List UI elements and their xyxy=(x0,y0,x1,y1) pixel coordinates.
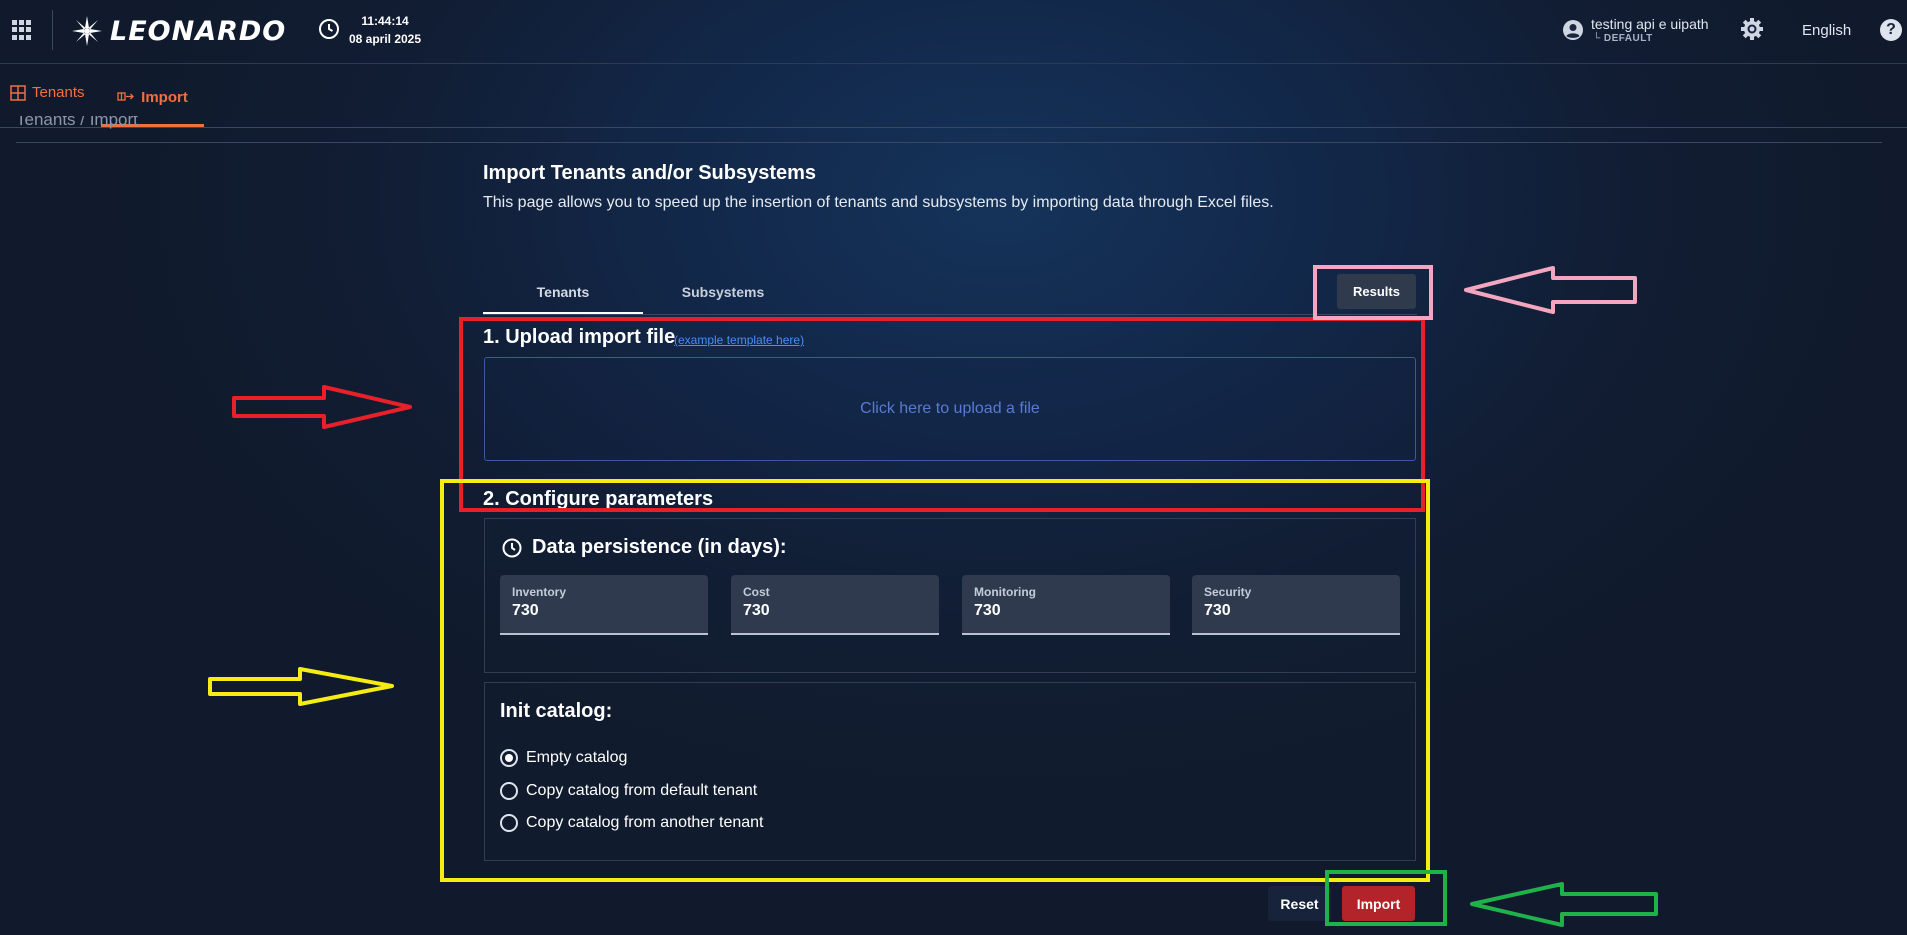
radio-icon[interactable] xyxy=(500,814,518,832)
annotation-yellow-arrow xyxy=(208,667,394,706)
radio-copy-default-label: Copy catalog from default tenant xyxy=(526,782,758,799)
radio-copy-another-tenant[interactable]: Copy catalog from another tenant xyxy=(500,814,763,832)
help-icon[interactable]: ? xyxy=(1880,19,1902,41)
current-time: 11:44:14 xyxy=(361,14,409,28)
radio-copy-another-label: Copy catalog from another tenant xyxy=(526,814,764,831)
persistence-title: Data persistence (in days): xyxy=(532,536,787,558)
monitoring-field-label: Monitoring xyxy=(974,585,1036,599)
user-tenant: └ DEFAULT xyxy=(1593,33,1653,44)
clock-icon xyxy=(319,19,339,39)
cost-field[interactable]: Cost 730 xyxy=(731,575,939,635)
current-date: 08 april 2025 xyxy=(348,32,422,46)
nav-tab-tenants-label: Tenants xyxy=(32,84,85,101)
security-field-value[interactable]: 730 xyxy=(1204,602,1231,620)
catalog-panel xyxy=(484,682,1416,861)
page-title: Import Tenants and/or Subsystems xyxy=(483,162,817,184)
inventory-field-label: Inventory xyxy=(512,585,567,599)
cost-field-value[interactable]: 730 xyxy=(743,602,770,620)
inventory-field[interactable]: Inventory 730 xyxy=(500,575,708,635)
file-dropzone[interactable]: Click here to upload a file xyxy=(484,357,1416,461)
import-icon xyxy=(117,92,135,101)
nav-divider xyxy=(0,127,1907,128)
nav-tab-tenants[interactable]: Tenants xyxy=(10,84,85,101)
monitoring-field-value[interactable]: 730 xyxy=(974,602,1001,620)
tabs-divider xyxy=(483,314,1417,315)
annotation-red-arrow xyxy=(232,385,412,429)
annotation-green-arrow xyxy=(1470,882,1658,927)
nav-tab-import-label: Import xyxy=(141,88,188,106)
inventory-field-value[interactable]: 730 xyxy=(512,602,539,620)
monitoring-field[interactable]: Monitoring 730 xyxy=(962,575,1170,635)
brand-name: LEONARDO xyxy=(110,15,287,47)
import-button[interactable]: Import xyxy=(1342,886,1415,921)
example-template-link[interactable]: (example template here) xyxy=(674,333,804,347)
config-heading: 2. Configure parameters xyxy=(483,488,714,510)
annotation-pink-arrow xyxy=(1464,266,1637,314)
breadcrumb-text: Tenants / Import xyxy=(16,116,138,129)
reset-button[interactable]: Reset xyxy=(1268,886,1331,921)
language-selector[interactable]: English xyxy=(1802,22,1851,39)
results-button[interactable]: Results xyxy=(1337,274,1416,309)
tenants-icon xyxy=(10,84,26,101)
tab-tenants[interactable]: Tenants xyxy=(483,270,643,315)
catalog-title: Init catalog: xyxy=(500,700,613,722)
page-description: This page allows you to speed up the ins… xyxy=(483,194,1274,211)
tab-subsystems[interactable]: Subsystems xyxy=(643,270,803,315)
gear-icon[interactable] xyxy=(1740,17,1764,41)
user-icon[interactable] xyxy=(1562,19,1584,41)
radio-icon[interactable] xyxy=(500,782,518,800)
radio-copy-default-tenant[interactable]: Copy catalog from default tenant xyxy=(500,782,757,800)
cost-field-label: Cost xyxy=(743,585,770,599)
user-name[interactable]: testing api e uipath xyxy=(1591,16,1709,32)
brand-logo[interactable]: LEONARDO xyxy=(70,12,286,50)
upload-heading: 1. Upload import file xyxy=(483,326,676,348)
leonardo-logo-icon xyxy=(72,16,102,46)
breadcrumb-divider xyxy=(16,142,1882,143)
radio-empty-catalog-label: Empty catalog xyxy=(526,749,628,766)
breadcrumb: Tenants / Import xyxy=(16,116,138,129)
security-field-label: Security xyxy=(1204,585,1252,599)
apps-grid-icon[interactable] xyxy=(12,20,32,40)
radio-icon[interactable] xyxy=(500,749,518,767)
security-field[interactable]: Security 730 xyxy=(1192,575,1400,635)
divider xyxy=(52,10,53,50)
history-icon xyxy=(502,538,522,558)
dropzone-text: Click here to upload a file xyxy=(860,400,1040,417)
radio-empty-catalog[interactable]: Empty catalog xyxy=(500,749,627,767)
